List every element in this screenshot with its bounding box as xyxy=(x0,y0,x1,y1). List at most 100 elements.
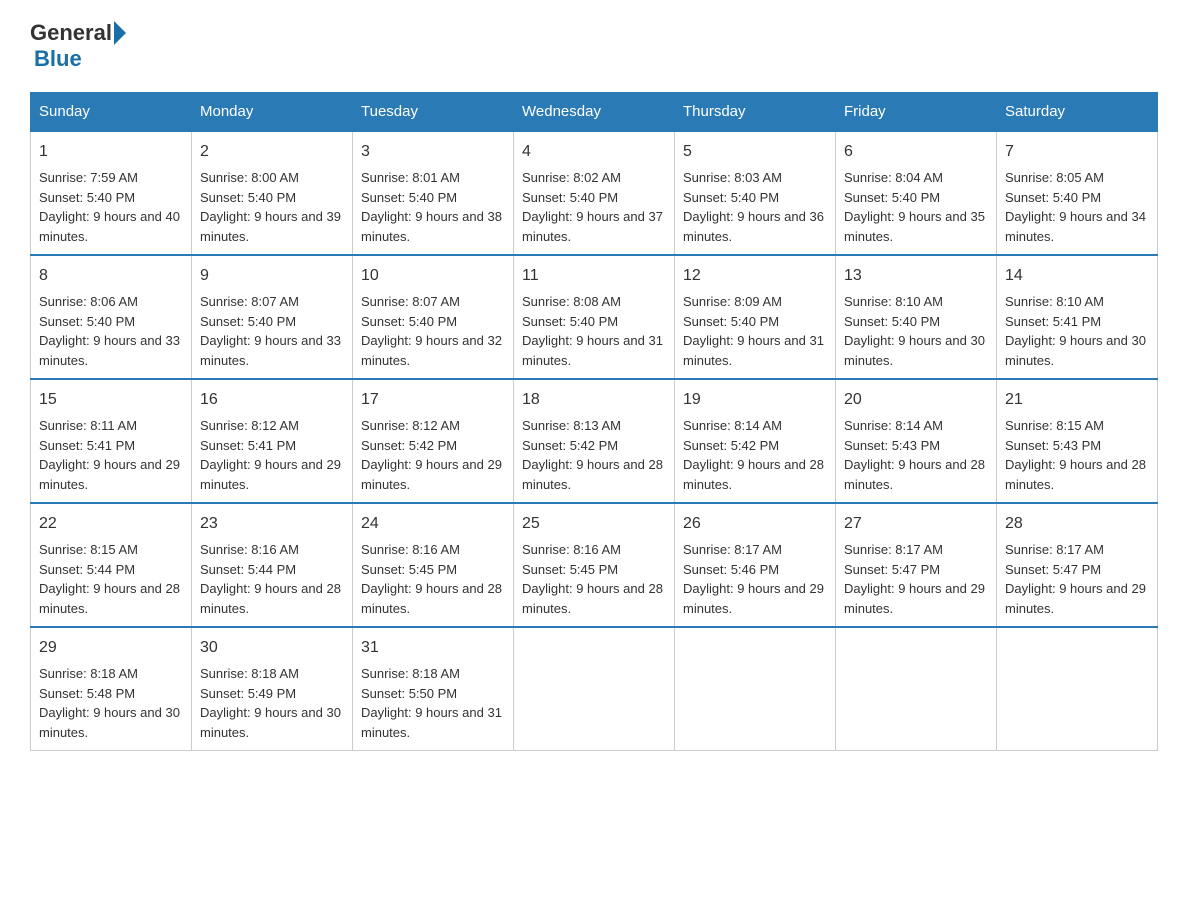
day-number: 1 xyxy=(39,140,183,164)
day-info: Sunrise: 8:04 AMSunset: 5:40 PMDaylight:… xyxy=(844,170,985,244)
day-cell: 3 Sunrise: 8:01 AMSunset: 5:40 PMDaylight… xyxy=(353,131,514,255)
day-info: Sunrise: 8:09 AMSunset: 5:40 PMDaylight:… xyxy=(683,294,824,368)
day-header-tuesday: Tuesday xyxy=(353,93,514,132)
day-cell: 14Sunrise: 8:10 AMSunset: 5:41 PMDayligh… xyxy=(997,255,1158,379)
day-number: 18 xyxy=(522,388,666,412)
day-number: 20 xyxy=(844,388,988,412)
day-info: Sunrise: 8:07 AMSunset: 5:40 PMDaylight:… xyxy=(200,294,341,368)
week-row: 8 Sunrise: 8:06 AMSunset: 5:40 PMDaylight… xyxy=(31,255,1158,379)
day-cell: 19 Sunrise: 8:14 AMSunset: 5:42 PMDayligh… xyxy=(675,379,836,503)
day-info: Sunrise: 8:02 AMSunset: 5:40 PMDaylight:… xyxy=(522,170,663,244)
day-number: 3 xyxy=(361,140,505,164)
day-info: Sunrise: 8:14 AMSunset: 5:42 PMDaylight:… xyxy=(683,418,824,492)
day-number: 28 xyxy=(1005,512,1149,536)
day-number: 23 xyxy=(200,512,344,536)
day-number: 10 xyxy=(361,264,505,288)
day-cell: 6 Sunrise: 8:04 AMSunset: 5:40 PMDaylight… xyxy=(836,131,997,255)
day-number: 11 xyxy=(522,264,666,288)
day-number: 22 xyxy=(39,512,183,536)
day-info: Sunrise: 8:08 AMSunset: 5:40 PMDaylight:… xyxy=(522,294,663,368)
day-cell: 15 Sunrise: 8:11 AMSunset: 5:41 PMDayligh… xyxy=(31,379,192,503)
week-row: 1 Sunrise: 7:59 AMSunset: 5:40 PMDaylight… xyxy=(31,131,1158,255)
day-info: Sunrise: 8:01 AMSunset: 5:40 PMDaylight:… xyxy=(361,170,502,244)
logo-blue-text: Blue xyxy=(34,46,82,72)
day-number: 21 xyxy=(1005,388,1149,412)
day-number: 6 xyxy=(844,140,988,164)
week-row: 29Sunrise: 8:18 AMSunset: 5:48 PMDayligh… xyxy=(31,627,1158,751)
day-cell: 31 Sunrise: 8:18 AMSunset: 5:50 PMDayligh… xyxy=(353,627,514,751)
day-info: Sunrise: 8:13 AMSunset: 5:42 PMDaylight:… xyxy=(522,418,663,492)
day-header-saturday: Saturday xyxy=(997,93,1158,132)
day-cell: 20Sunrise: 8:14 AMSunset: 5:43 PMDayligh… xyxy=(836,379,997,503)
day-info: Sunrise: 7:59 AMSunset: 5:40 PMDaylight:… xyxy=(39,170,180,244)
day-number: 7 xyxy=(1005,140,1149,164)
day-info: Sunrise: 8:12 AMSunset: 5:42 PMDaylight:… xyxy=(361,418,502,492)
day-header-thursday: Thursday xyxy=(675,93,836,132)
day-number: 15 xyxy=(39,388,183,412)
day-cell xyxy=(997,627,1158,751)
day-number: 17 xyxy=(361,388,505,412)
day-number: 14 xyxy=(1005,264,1149,288)
logo: General Blue xyxy=(30,20,126,72)
day-number: 29 xyxy=(39,636,183,660)
day-number: 27 xyxy=(844,512,988,536)
day-number: 5 xyxy=(683,140,827,164)
day-info: Sunrise: 8:00 AMSunset: 5:40 PMDaylight:… xyxy=(200,170,341,244)
day-info: Sunrise: 8:17 AMSunset: 5:46 PMDaylight:… xyxy=(683,542,824,616)
page-header: General Blue xyxy=(30,20,1158,72)
day-header-friday: Friday xyxy=(836,93,997,132)
day-cell: 2 Sunrise: 8:00 AMSunset: 5:40 PMDaylight… xyxy=(192,131,353,255)
day-info: Sunrise: 8:18 AMSunset: 5:50 PMDaylight:… xyxy=(361,666,502,740)
day-header-monday: Monday xyxy=(192,93,353,132)
day-info: Sunrise: 8:18 AMSunset: 5:49 PMDaylight:… xyxy=(200,666,341,740)
day-cell: 7Sunrise: 8:05 AMSunset: 5:40 PMDaylight… xyxy=(997,131,1158,255)
day-number: 13 xyxy=(844,264,988,288)
day-header-sunday: Sunday xyxy=(31,93,192,132)
day-cell: 9 Sunrise: 8:07 AMSunset: 5:40 PMDaylight… xyxy=(192,255,353,379)
day-cell: 10Sunrise: 8:07 AMSunset: 5:40 PMDayligh… xyxy=(353,255,514,379)
day-number: 19 xyxy=(683,388,827,412)
day-info: Sunrise: 8:17 AMSunset: 5:47 PMDaylight:… xyxy=(844,542,985,616)
calendar-table: SundayMondayTuesdayWednesdayThursdayFrid… xyxy=(30,92,1158,751)
day-info: Sunrise: 8:16 AMSunset: 5:45 PMDaylight:… xyxy=(361,542,502,616)
day-cell xyxy=(675,627,836,751)
week-row: 15 Sunrise: 8:11 AMSunset: 5:41 PMDayligh… xyxy=(31,379,1158,503)
day-number: 8 xyxy=(39,264,183,288)
day-cell: 21 Sunrise: 8:15 AMSunset: 5:43 PMDayligh… xyxy=(997,379,1158,503)
day-number: 30 xyxy=(200,636,344,660)
day-cell: 8 Sunrise: 8:06 AMSunset: 5:40 PMDaylight… xyxy=(31,255,192,379)
day-cell xyxy=(514,627,675,751)
day-info: Sunrise: 8:15 AMSunset: 5:43 PMDaylight:… xyxy=(1005,418,1146,492)
day-cell: 25Sunrise: 8:16 AMSunset: 5:45 PMDayligh… xyxy=(514,503,675,627)
day-cell: 18 Sunrise: 8:13 AMSunset: 5:42 PMDayligh… xyxy=(514,379,675,503)
day-cell: 11 Sunrise: 8:08 AMSunset: 5:40 PMDayligh… xyxy=(514,255,675,379)
day-cell: 12Sunrise: 8:09 AMSunset: 5:40 PMDayligh… xyxy=(675,255,836,379)
logo-arrow-icon xyxy=(114,21,126,45)
logo-general-text: General xyxy=(30,20,112,46)
day-cell: 17 Sunrise: 8:12 AMSunset: 5:42 PMDayligh… xyxy=(353,379,514,503)
day-info: Sunrise: 8:12 AMSunset: 5:41 PMDaylight:… xyxy=(200,418,341,492)
day-info: Sunrise: 8:06 AMSunset: 5:40 PMDaylight:… xyxy=(39,294,180,368)
week-row: 22 Sunrise: 8:15 AMSunset: 5:44 PMDayligh… xyxy=(31,503,1158,627)
day-info: Sunrise: 8:15 AMSunset: 5:44 PMDaylight:… xyxy=(39,542,180,616)
day-info: Sunrise: 8:03 AMSunset: 5:40 PMDaylight:… xyxy=(683,170,824,244)
day-cell: 26Sunrise: 8:17 AMSunset: 5:46 PMDayligh… xyxy=(675,503,836,627)
day-number: 9 xyxy=(200,264,344,288)
day-cell: 24 Sunrise: 8:16 AMSunset: 5:45 PMDayligh… xyxy=(353,503,514,627)
day-info: Sunrise: 8:10 AMSunset: 5:40 PMDaylight:… xyxy=(844,294,985,368)
day-number: 2 xyxy=(200,140,344,164)
day-cell: 22 Sunrise: 8:15 AMSunset: 5:44 PMDayligh… xyxy=(31,503,192,627)
day-cell: 23Sunrise: 8:16 AMSunset: 5:44 PMDayligh… xyxy=(192,503,353,627)
day-number: 4 xyxy=(522,140,666,164)
day-cell: 28 Sunrise: 8:17 AMSunset: 5:47 PMDayligh… xyxy=(997,503,1158,627)
day-info: Sunrise: 8:11 AMSunset: 5:41 PMDaylight:… xyxy=(39,418,180,492)
day-header-wednesday: Wednesday xyxy=(514,93,675,132)
day-number: 16 xyxy=(200,388,344,412)
day-number: 31 xyxy=(361,636,505,660)
day-cell: 13 Sunrise: 8:10 AMSunset: 5:40 PMDayligh… xyxy=(836,255,997,379)
day-cell: 1 Sunrise: 7:59 AMSunset: 5:40 PMDaylight… xyxy=(31,131,192,255)
day-number: 24 xyxy=(361,512,505,536)
day-cell: 29Sunrise: 8:18 AMSunset: 5:48 PMDayligh… xyxy=(31,627,192,751)
day-info: Sunrise: 8:17 AMSunset: 5:47 PMDaylight:… xyxy=(1005,542,1146,616)
day-cell xyxy=(836,627,997,751)
